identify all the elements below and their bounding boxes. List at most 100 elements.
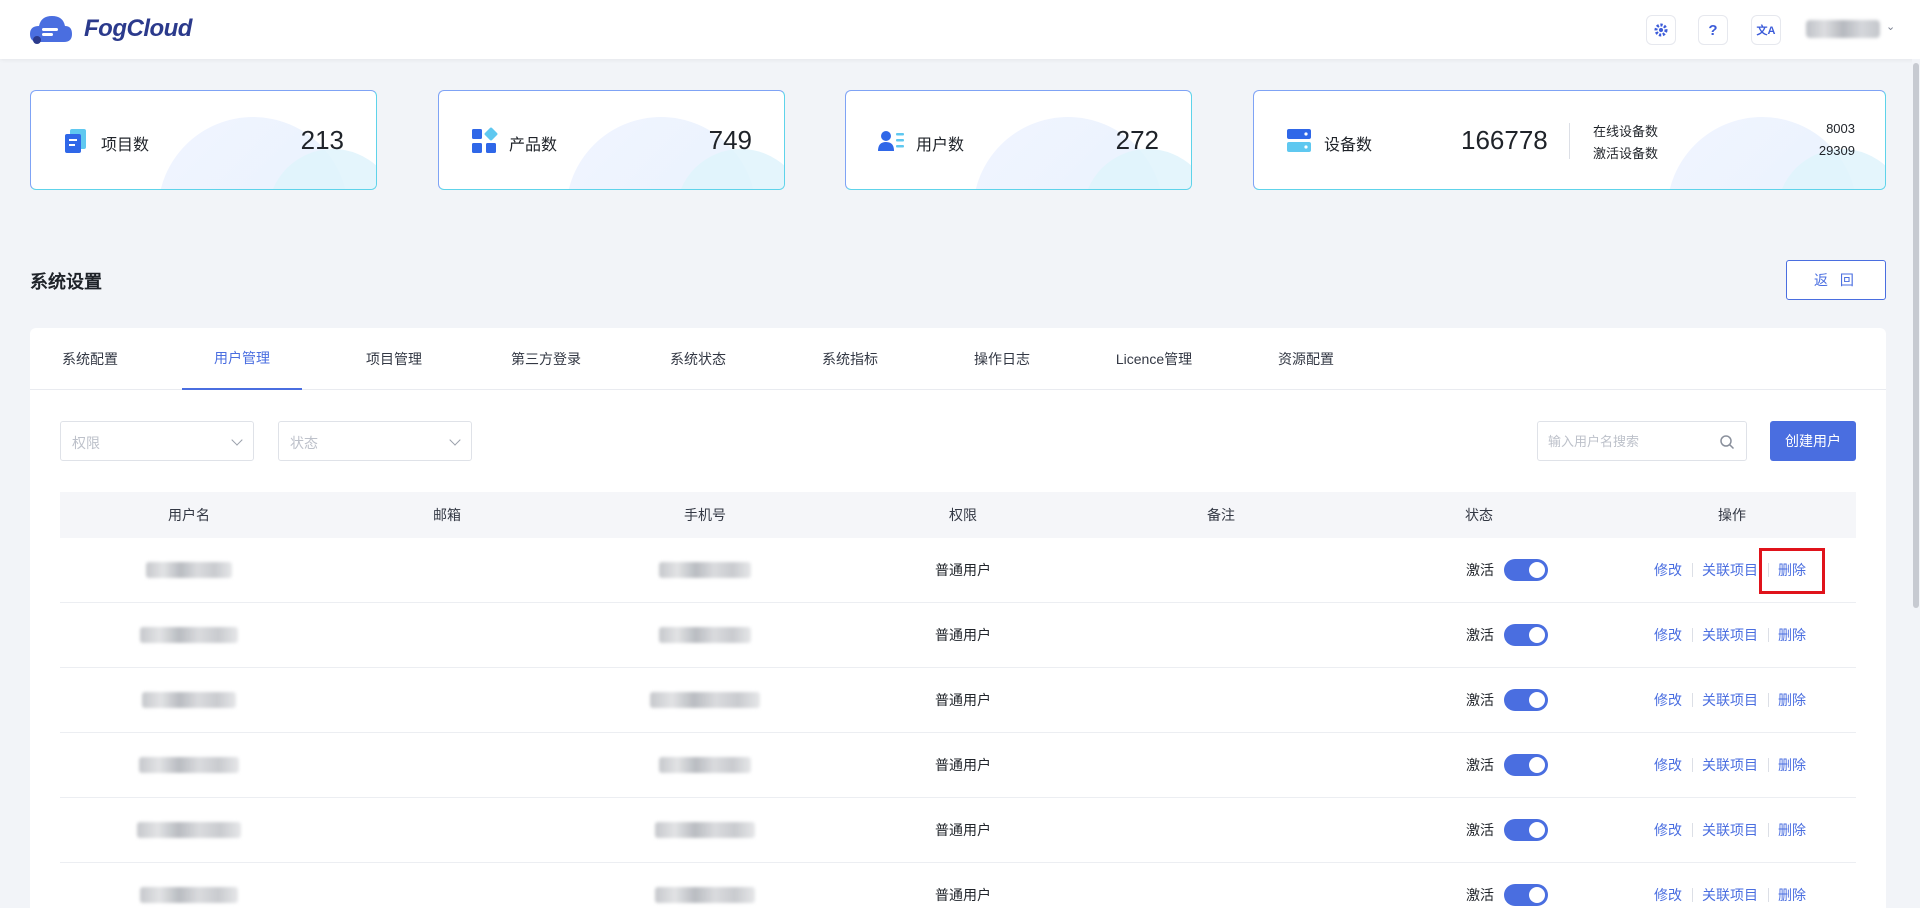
- status-text: 激活: [1466, 692, 1494, 708]
- online-devices-value: 8003: [1826, 121, 1855, 136]
- stat-label: 设备数: [1324, 137, 1373, 154]
- chevron-down-icon[interactable]: ⌄: [1886, 20, 1895, 33]
- tab-project-management[interactable]: 项目管理: [334, 328, 454, 390]
- permission-cell: 普通用户: [935, 757, 991, 773]
- phone-cell: [576, 863, 834, 908]
- tab-licence[interactable]: Licence管理: [1094, 328, 1214, 390]
- redacted-phone: [655, 822, 755, 838]
- language-button[interactable]: 文A: [1751, 15, 1781, 45]
- chevron-down-icon: [449, 434, 461, 446]
- edit-link[interactable]: 修改: [1654, 755, 1682, 775]
- status-toggle[interactable]: [1504, 819, 1548, 841]
- search-input[interactable]: [1548, 431, 1708, 451]
- user-search: [1537, 421, 1747, 461]
- delete-link[interactable]: 删除: [1778, 820, 1806, 840]
- edit-link[interactable]: 修改: [1654, 560, 1682, 580]
- status-placeholder: 状态: [290, 435, 318, 451]
- edit-link[interactable]: 修改: [1654, 885, 1682, 905]
- permission-cell: 普通用户: [935, 887, 991, 903]
- table-row: 普通用户 激活 修改 关联项目 删除: [60, 538, 1856, 603]
- stat-value: 749: [708, 125, 752, 155]
- stat-divider: [1569, 123, 1570, 159]
- edit-link[interactable]: 修改: [1654, 690, 1682, 710]
- help-icon: ?: [1708, 21, 1718, 39]
- stat-value: 166778: [1461, 125, 1548, 155]
- phone-cell: [576, 733, 834, 797]
- help-button[interactable]: ?: [1698, 15, 1728, 45]
- stat-value: 272: [1115, 125, 1159, 155]
- edit-link[interactable]: 修改: [1654, 820, 1682, 840]
- username-cell: [60, 863, 318, 908]
- cloud-logo-icon: [28, 12, 74, 46]
- link-project-link[interactable]: 关联项目: [1702, 560, 1758, 580]
- back-button[interactable]: 返 回: [1786, 260, 1886, 300]
- stat-card-projects: 项目数 213: [30, 90, 377, 190]
- delete-link[interactable]: 删除: [1778, 625, 1806, 645]
- redacted-username: [139, 757, 239, 773]
- table-row: 普通用户 激活 修改 关联项目 删除: [60, 733, 1856, 798]
- column-header: 状态: [1465, 507, 1493, 523]
- permission-cell: 普通用户: [935, 692, 991, 708]
- permission-placeholder: 权限: [72, 435, 100, 451]
- gear-icon: [1654, 23, 1668, 37]
- activated-devices-label: 激活设备数: [1593, 146, 1659, 161]
- delete-link[interactable]: 删除: [1778, 690, 1806, 710]
- delete-link[interactable]: 删除: [1778, 885, 1806, 905]
- translate-icon: 文A: [1756, 25, 1776, 37]
- tab-system-status[interactable]: 系统状态: [638, 328, 758, 390]
- tab-operation-log[interactable]: 操作日志: [942, 328, 1062, 390]
- app-logo[interactable]: FogCloud: [28, 12, 192, 46]
- username-cell: [60, 603, 318, 667]
- status-toggle[interactable]: [1504, 884, 1548, 906]
- stat-label: 用户数: [916, 137, 965, 154]
- link-project-link[interactable]: 关联项目: [1702, 690, 1758, 710]
- user-name-redacted[interactable]: [1806, 20, 1880, 38]
- divider: [1692, 823, 1693, 837]
- table-row: 普通用户 激活 修改 关联项目 删除: [60, 863, 1856, 908]
- permission-select[interactable]: 权限: [60, 421, 254, 461]
- username-cell: [60, 733, 318, 797]
- status-text: 激活: [1466, 757, 1494, 773]
- divider: [1692, 888, 1693, 902]
- app-name: FogCloud: [84, 15, 192, 42]
- link-project-link[interactable]: 关联项目: [1702, 820, 1758, 840]
- tab-third-party-login[interactable]: 第三方登录: [486, 328, 606, 390]
- edit-link[interactable]: 修改: [1654, 625, 1682, 645]
- stat-card-devices: 设备数 166778 在线设备数 激活设备数 8003 29309: [1253, 90, 1886, 190]
- divider: [1692, 563, 1693, 577]
- permission-cell: 普通用户: [935, 562, 991, 578]
- status-select[interactable]: 状态: [278, 421, 472, 461]
- stat-label: 项目数: [101, 137, 150, 154]
- redacted-username: [140, 887, 238, 903]
- phone-cell: [576, 798, 834, 862]
- column-header: 操作: [1718, 507, 1746, 523]
- search-icon[interactable]: [1719, 434, 1735, 450]
- table-row: 普通用户 激活 修改 关联项目 删除: [60, 668, 1856, 733]
- divider: [1692, 758, 1693, 772]
- create-user-button[interactable]: 创建用户: [1770, 421, 1856, 461]
- redacted-phone: [655, 887, 755, 903]
- tab-user-management[interactable]: 用户管理: [182, 328, 302, 390]
- link-project-link[interactable]: 关联项目: [1702, 755, 1758, 775]
- status-toggle[interactable]: [1504, 754, 1548, 776]
- tab-system-config[interactable]: 系统配置: [30, 328, 150, 390]
- username-cell: [60, 538, 318, 602]
- status-toggle[interactable]: [1504, 624, 1548, 646]
- redacted-username: [140, 627, 238, 643]
- link-project-link[interactable]: 关联项目: [1702, 625, 1758, 645]
- status-toggle[interactable]: [1504, 689, 1548, 711]
- delete-link[interactable]: 删除: [1778, 755, 1806, 775]
- tab-system-metrics[interactable]: 系统指标: [790, 328, 910, 390]
- vertical-scrollbar[interactable]: [1912, 59, 1920, 908]
- redacted-username: [137, 822, 241, 838]
- activated-devices-value: 29309: [1818, 143, 1855, 158]
- settings-button[interactable]: [1646, 15, 1676, 45]
- stat-card-products: 产品数 749: [438, 90, 785, 190]
- link-project-link[interactable]: 关联项目: [1702, 885, 1758, 905]
- product-icon: [472, 127, 498, 153]
- redacted-username: [142, 692, 236, 708]
- status-text: 激活: [1466, 627, 1494, 643]
- divider: [1768, 888, 1769, 902]
- tab-resource-config[interactable]: 资源配置: [1246, 328, 1366, 390]
- status-toggle[interactable]: [1504, 559, 1548, 581]
